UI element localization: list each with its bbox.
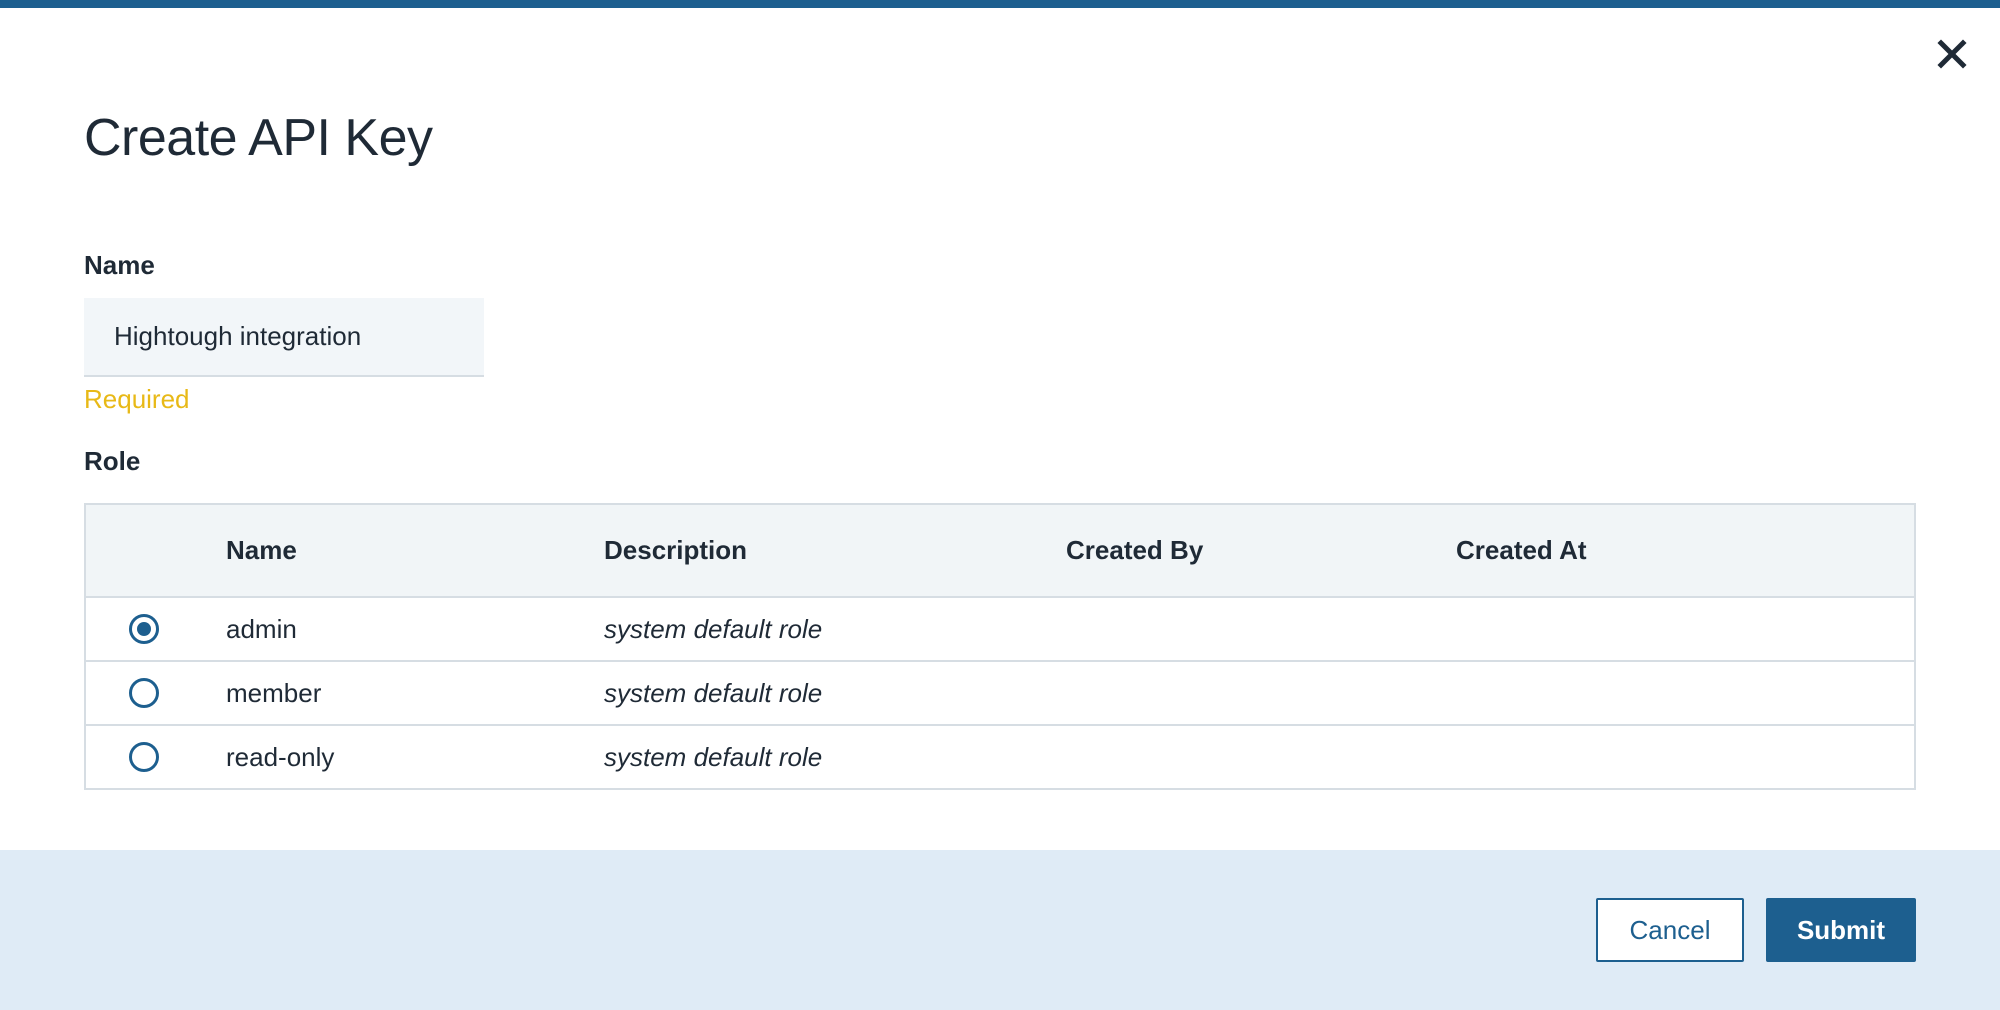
role-label: Role (84, 446, 141, 476)
dialog-title: Create API Key (84, 109, 433, 167)
role-name: member (226, 677, 322, 708)
required-helper-text: Required (84, 384, 190, 414)
table-row[interactable]: admin system default role (86, 598, 1914, 662)
dialog-footer: Cancel Submit (0, 850, 2000, 1010)
name-label: Name (84, 250, 155, 280)
role-description: system default role (604, 677, 823, 708)
role-name: admin (226, 613, 297, 644)
name-input[interactable] (84, 298, 484, 377)
table-header: Name Description Created By Created At (86, 505, 1914, 598)
top-accent-bar (0, 0, 2000, 8)
role-name: read-only (226, 741, 335, 772)
close-button[interactable] (1928, 30, 1976, 78)
role-radio-member[interactable] (129, 678, 159, 708)
column-header-name: Name (226, 535, 297, 565)
role-description: system default role (604, 613, 823, 644)
radio-selected-dot (137, 622, 151, 636)
column-header-description: Description (604, 535, 748, 565)
role-radio-read-only[interactable] (129, 742, 159, 772)
cancel-button[interactable]: Cancel (1596, 898, 1744, 962)
submit-button[interactable]: Submit (1766, 898, 1916, 962)
column-header-created-at: Created At (1456, 535, 1587, 565)
role-radio-admin[interactable] (129, 614, 159, 644)
role-description: system default role (604, 741, 823, 772)
roles-table: Name Description Created By Created At a… (84, 503, 1916, 790)
table-row[interactable]: read-only system default role (86, 726, 1914, 788)
table-row[interactable]: member system default role (86, 662, 1914, 726)
column-header-created-by: Created By (1066, 535, 1204, 565)
close-icon (1937, 39, 1967, 69)
